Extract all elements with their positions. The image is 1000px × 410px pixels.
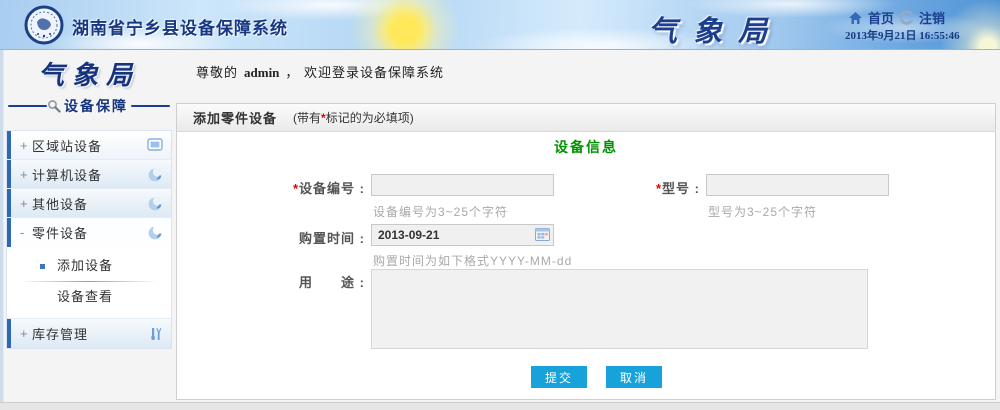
welcome-prefix: 尊敬的 [196,65,238,80]
submenu-item-add-device[interactable]: 添加设备 [7,253,171,279]
collapse-toggle: - [20,225,32,240]
left-edge-stripe [0,50,4,410]
form-section-title: 设备信息 [177,137,995,157]
parts-submenu: 添加设备 设备查看 [7,247,171,319]
logout-link[interactable]: 注销 [919,8,945,27]
username: admin [244,65,279,80]
sidebar-item-label: 库存管理 [32,324,88,343]
sidebar-item-label: 区域站设备 [32,136,102,155]
datetime-display: 2013年9月21日 16:55:46 [845,27,960,43]
sidebar: 气象局 设备保障 + 区域站设备 + 计算机设备 [6,55,172,349]
sidebar-subtitle-row: 设备保障 [6,96,172,116]
expand-toggle: + [20,326,32,341]
swirl-icon [147,196,163,211]
welcome-suffix: ， 欢迎登录设备保障系统 [285,65,444,80]
add-parts-panel: 添加零件设备 (带有*标记的为必填项) 设备信息 *设备编号 : *型号 : 设… [176,103,996,400]
tools-icon [149,327,163,341]
subtitle-line-left [8,105,47,107]
device-no-label: *设备编号 : [215,178,365,197]
expand-toggle: + [20,138,32,153]
expand-toggle: + [20,196,32,211]
required-note: (带有*标记的为必填项) [293,109,414,126]
home-icon [848,11,863,25]
usage-label: 用 途 : [215,272,365,291]
purchase-date-help: 购置时间为如下格式YYYY-MM-dd [373,252,572,269]
sidebar-item-other[interactable]: + 其他设备 [7,189,171,218]
purchase-date-input[interactable] [371,224,554,246]
swirl-icon [147,225,163,240]
bureau-logo-icon [24,5,64,50]
calendar-icon[interactable] [535,228,550,241]
device-no-help: 设备编号为3~25个字符 [373,203,508,220]
monitor-icon [147,138,163,152]
submenu-item-label: 添加设备 [57,258,113,273]
org-title: 气象局 [648,8,783,50]
model-label: *型号 : [550,178,700,197]
sidebar-item-region-station[interactable]: + 区域站设备 [7,131,171,160]
submenu-divider [19,281,159,282]
submenu-item-view-device[interactable]: 设备查看 [7,284,171,310]
panel-title: 添加零件设备 [193,108,277,127]
device-no-input[interactable] [371,174,554,196]
purchase-date-field [371,224,556,248]
note-post: 标记的为必填项) [326,111,414,125]
cancel-button[interactable]: 取消 [606,366,662,388]
model-help: 型号为3~25个字符 [708,203,817,220]
sidebar-menu: + 区域站设备 + 计算机设备 + 其他设备 [6,130,172,349]
expand-toggle: + [20,167,32,182]
sidebar-item-computer[interactable]: + 计算机设备 [7,160,171,189]
footer-strip [0,402,1000,410]
welcome-message: 尊敬的 admin ， 欢迎登录设备保障系统 [196,62,444,81]
purchase-date-label: 购置时间 : [215,228,365,247]
magnifier-icon [47,99,61,113]
home-link[interactable]: 首页 [868,8,894,27]
sidebar-item-label: 零件设备 [32,223,88,242]
sidebar-title: 气象局 [6,55,172,92]
sidebar-item-label: 计算机设备 [32,165,102,184]
sidebar-item-label: 其他设备 [32,194,88,213]
submenu-item-label: 设备查看 [57,289,113,304]
submit-button[interactable]: 提交 [531,366,587,388]
sidebar-item-parts[interactable]: - 零件设备 [7,218,171,247]
model-input[interactable] [706,174,889,196]
top-nav: 首页 注销 [845,8,947,27]
panel-header: 添加零件设备 (带有*标记的为必填项) [177,104,995,132]
active-bullet-icon [40,264,45,269]
system-title: 湖南省宁乡县设备保障系统 [72,14,288,39]
sidebar-subtitle: 设备保障 [64,96,128,116]
swirl-icon [147,167,163,182]
refresh-icon [899,10,914,25]
top-banner: 湖南省宁乡县设备保障系统 气象局 首页 注销 2013年9月21日 16:55:… [0,0,1000,50]
subtitle-line-right [131,105,170,107]
sidebar-item-inventory[interactable]: + 库存管理 [7,319,171,348]
note-pre: (带有 [293,111,321,125]
usage-textarea[interactable] [371,269,868,349]
